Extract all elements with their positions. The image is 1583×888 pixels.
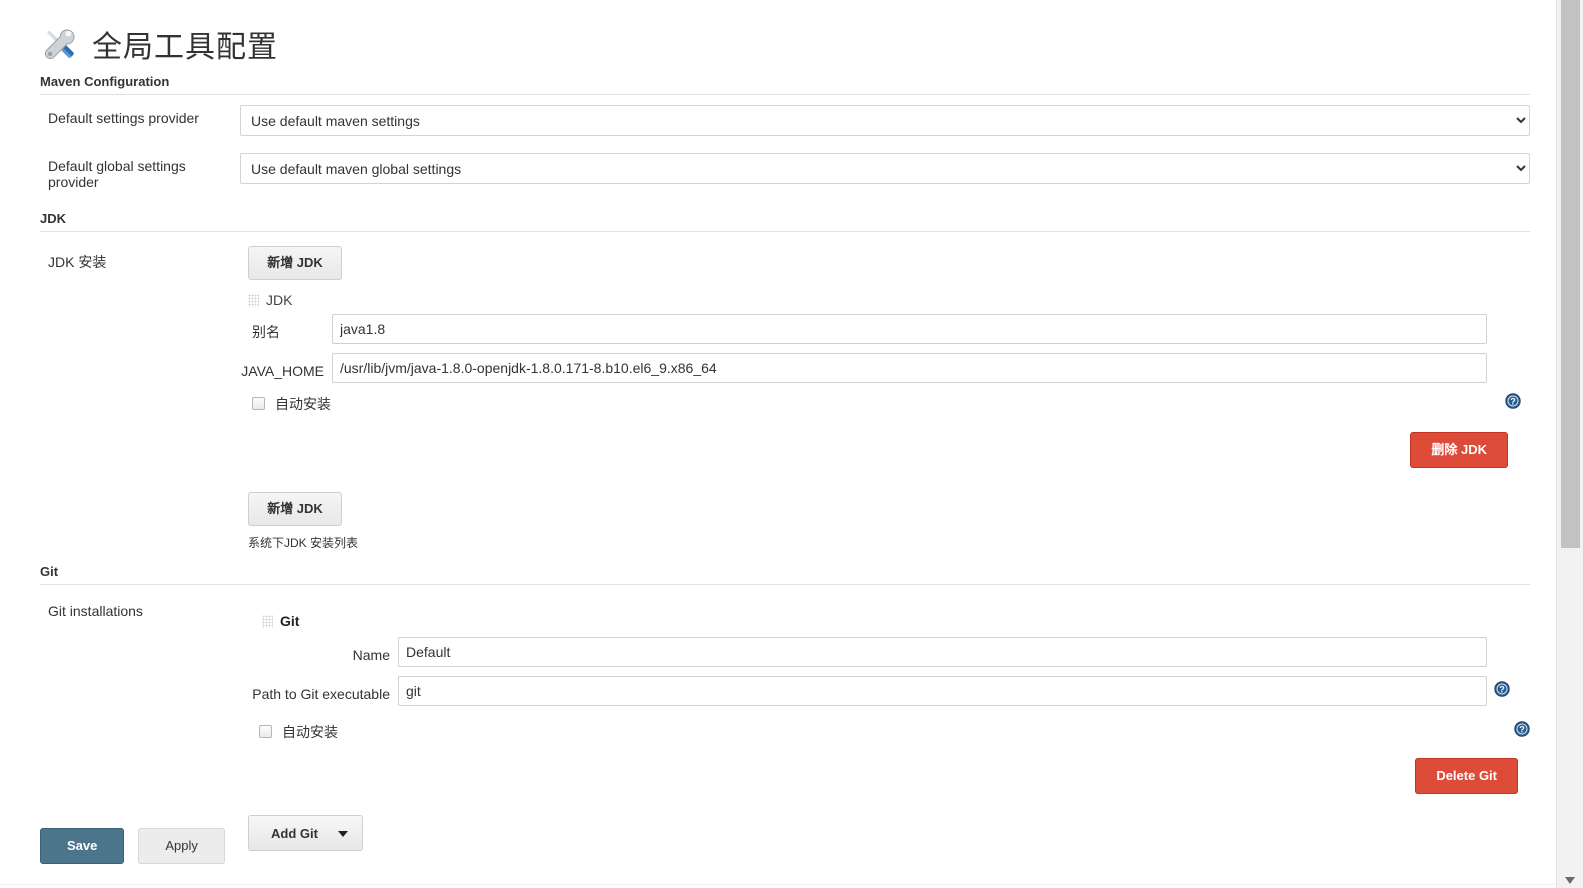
jdk-alias-input[interactable] [332,314,1487,344]
jdk-alias-label: 别名 [252,324,280,340]
git-entry-title: Git [280,613,300,629]
add-jdk-button-bottom[interactable]: 新增 JDK [248,492,342,526]
drag-handle-icon[interactable] [248,294,259,307]
git-auto-install-help-icon[interactable]: ? [1514,721,1530,742]
drag-handle-icon[interactable] [262,615,273,628]
jdk-auto-install-help-icon[interactable]: ? [1505,393,1521,414]
default-global-settings-provider-label: Default global settings provider [48,158,186,190]
jdk-section: JDK JDK 安装 新增 JDK JDK 别名 JAVA_HOME [40,211,1530,551]
tools-icon [36,20,84,68]
git-path-label: Path to Git executable [252,686,390,702]
global-tool-configuration-page: 全局工具配置 Maven Configuration Default setti… [0,0,1583,888]
default-settings-provider-row: Default settings provider Use default ma… [40,95,1530,136]
scrollbar-thumb[interactable] [1561,0,1580,548]
page-title: 全局工具配置 [92,30,278,65]
jdk-java-home-input[interactable] [332,353,1487,383]
jdk-entry-header: JDK [248,288,1530,310]
git-auto-install-checkbox[interactable] [259,725,272,738]
delete-jdk-button[interactable]: 删除 JDK [1410,432,1508,468]
jdk-auto-install-row: 自动安装 ? [240,393,1530,414]
default-settings-provider-label: Default settings provider [48,110,199,126]
maven-section-title: Maven Configuration [40,74,1530,95]
add-git-button-label: Add Git [271,825,318,841]
jdk-installations-label: JDK 安装 [48,254,107,270]
git-path-help-icon[interactable]: ? [1494,680,1510,702]
git-path-input[interactable] [398,676,1487,706]
git-installations-label: Git installations [48,603,143,619]
save-button[interactable]: Save [40,828,125,864]
git-name-input[interactable] [398,637,1487,667]
jdk-auto-install-checkbox[interactable] [252,397,265,410]
git-section: Git Git installations Git Name Path to G… [40,564,1530,851]
delete-git-button[interactable]: Delete Git [1415,758,1518,794]
scroll-down-arrow-icon[interactable] [1565,877,1575,884]
git-entry-header: Git [262,609,1530,631]
default-global-settings-provider-select[interactable]: Use default maven global settings [240,153,1530,184]
jdk-hint-text: 系统下JDK 安装列表 [248,536,359,550]
git-auto-install-row: 自动安装 ? [240,721,1530,742]
jdk-auto-install-label: 自动安装 [275,395,331,412]
jdk-section-title: JDK [40,211,1530,232]
page-header: 全局工具配置 [0,0,1556,74]
jdk-alias-row: 别名 [240,314,1530,344]
git-name-label: Name [352,647,390,663]
vertical-scrollbar[interactable] [1556,0,1583,888]
jdk-installations-row: JDK 安装 新增 JDK JDK 别名 JAVA_HOME [40,232,1530,551]
jdk-entry-title: JDK [266,292,293,308]
apply-button[interactable]: Apply [138,828,225,864]
maven-section: Maven Configuration Default settings pro… [40,74,1530,190]
page-content: 全局工具配置 Maven Configuration Default setti… [0,0,1556,888]
svg-text:?: ? [1510,397,1516,407]
git-section-title: Git [40,564,1530,585]
git-name-row: Name [240,637,1530,667]
git-path-row: Path to Git executable ? [240,676,1530,706]
git-auto-install-label: 自动安装 [282,723,338,740]
svg-text:?: ? [1499,684,1505,694]
chevron-down-icon [337,831,348,837]
add-git-wrap: Add Git [248,815,1530,851]
add-jdk-bottom-wrap: 新增 JDK 系统下JDK 安装列表 [248,492,1530,551]
jdk-java-home-label: JAVA_HOME [241,363,324,379]
jdk-java-home-row: JAVA_HOME [240,353,1530,383]
add-jdk-button-top[interactable]: 新增 JDK [248,246,342,280]
default-global-settings-provider-row: Default global settings provider Use def… [40,136,1530,190]
page-bottom-edge [0,884,1556,888]
default-settings-provider-select[interactable]: Use default maven settings [240,105,1530,136]
add-git-button[interactable]: Add Git [248,815,363,851]
add-git-dropdown-toggle[interactable] [334,816,362,850]
form-actions: Save Apply [40,828,225,864]
git-installations-row: Git installations Git Name Path to Git e… [40,585,1530,851]
git-delete-row: Delete Git [240,758,1530,794]
jdk-delete-row: 删除 JDK [240,432,1530,468]
svg-text:?: ? [1519,725,1525,735]
